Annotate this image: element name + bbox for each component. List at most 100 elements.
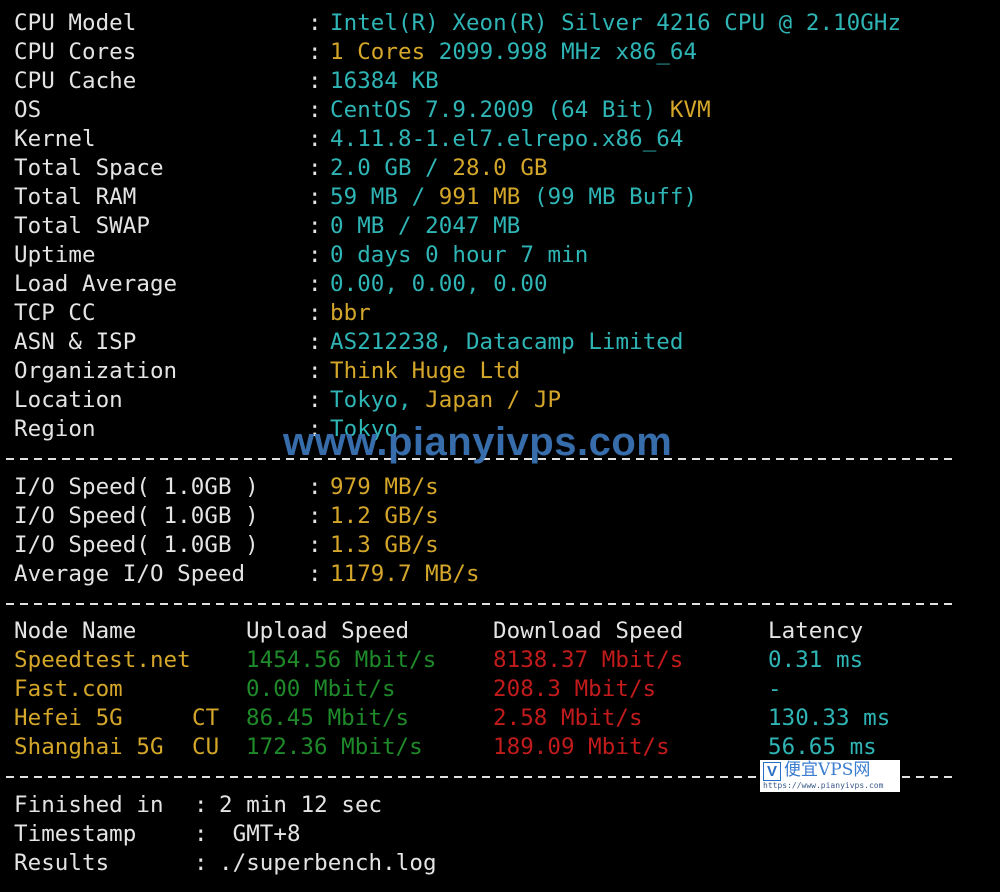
summary-label: Finished in [14, 792, 164, 818]
info-value-part: Intel(R) Xeon(R) Silver 4216 CPU @ 2.10G… [330, 10, 902, 36]
colon-separator: : [308, 474, 322, 500]
latency: 130.33 ms [768, 705, 891, 731]
info-value-part: 16384 KB [330, 68, 439, 94]
io-value: 1.2 GB/s [330, 503, 439, 529]
colon-separator: : [308, 271, 322, 297]
colon-separator: : [308, 242, 322, 268]
colon-separator: : [308, 300, 322, 326]
info-value-part: AS212238, Datacamp Limited [330, 329, 684, 355]
header-download-speed: Download Speed [493, 618, 684, 644]
info-value-part: 2099.998 MHz x86_64 [438, 39, 698, 65]
download-speed: 189.09 Mbit/s [493, 734, 670, 760]
colon-separator: : [308, 213, 322, 239]
pianyivps-logo-icon: V [763, 762, 781, 781]
colon-separator: : [308, 184, 322, 210]
io-label: Average I/O Speed [14, 561, 246, 587]
info-label: Uptime [14, 242, 96, 268]
latency: - [768, 676, 782, 702]
node-name: Fast.com [14, 676, 123, 702]
info-value: 16384 KB [330, 67, 439, 96]
info-label: CPU Model [14, 10, 137, 36]
colon-separator: : [194, 850, 208, 876]
info-label: Total Space [14, 155, 164, 181]
badge-url: https://www.pianyivps.com [763, 781, 884, 790]
info-value: 4.11.8-1.el7.elrepo.x86_64 [330, 125, 684, 154]
node-name: Hefei 5G [14, 705, 123, 731]
node-name: Speedtest.net [14, 647, 191, 673]
summary-value: ./superbench.log [219, 850, 437, 876]
upload-speed: 86.45 Mbit/s [246, 705, 410, 731]
header-upload-speed: Upload Speed [246, 618, 410, 644]
info-value: AS212238, Datacamp Limited [330, 328, 684, 357]
colon-separator: : [308, 329, 322, 355]
info-value: CentOS 7.9.2009 (64 Bit) KVM [330, 96, 711, 125]
info-value: 0 MB / 2047 MB [330, 212, 520, 241]
colon-separator: : [308, 10, 322, 36]
info-value-part: CentOS 7.9.2009 (64 Bit) [330, 97, 670, 123]
latency: 56.65 ms [768, 734, 877, 760]
info-label: Region [14, 416, 96, 442]
upload-speed: 1454.56 Mbit/s [246, 647, 437, 673]
summary-value: 2 min 12 sec [219, 792, 383, 818]
info-label: Location [14, 387, 123, 413]
summary-value: GMT+8 [219, 821, 301, 847]
info-value-part: 1 Cores [330, 39, 439, 65]
io-label: I/O Speed( 1.0GB ) [14, 474, 259, 500]
terminal-window[interactable]: CPU Model: Intel(R) Xeon(R) Silver 4216 C… [0, 0, 1000, 892]
node-isp: CT [192, 705, 220, 731]
info-label: ASN & ISP [14, 329, 137, 355]
colon-separator: : [308, 387, 322, 413]
colon-separator: : [308, 155, 322, 181]
info-value-part: Think Huge Ltd [330, 358, 521, 384]
summary-label: Timestamp [14, 821, 137, 847]
info-value: bbr [330, 299, 371, 328]
node-name: Shanghai 5G [14, 734, 164, 760]
colon-separator: : [308, 358, 322, 384]
badge-title: 便宜VPS网 [784, 760, 871, 780]
colon-separator: : [308, 561, 322, 587]
info-value-part: Tokyo, [330, 387, 426, 413]
colon-separator: : [308, 39, 322, 65]
info-value-part: Japan / JP [425, 387, 562, 413]
colon-separator: : [194, 821, 208, 847]
info-label: Total SWAP [14, 213, 150, 239]
io-label: I/O Speed( 1.0GB ) [14, 503, 259, 529]
io-value: 979 MB/s [330, 474, 439, 500]
info-value-part: 2.0 GB / [330, 155, 453, 181]
info-value-part: 0 days 0 hour 7 min [330, 242, 589, 268]
node-isp: CU [192, 734, 220, 760]
info-label: Kernel [14, 126, 96, 152]
info-label: OS [14, 97, 42, 123]
info-value-part: 991 MB [438, 184, 534, 210]
info-value: 1 Cores 2099.998 MHz x86_64 [330, 38, 697, 67]
info-label: CPU Cache [14, 68, 137, 94]
upload-speed: 0.00 Mbit/s [246, 676, 396, 702]
header-node-name: Node Name [14, 618, 137, 644]
info-value: Intel(R) Xeon(R) Silver 4216 CPU @ 2.10G… [330, 9, 901, 38]
download-speed: 8138.37 Mbit/s [493, 647, 684, 673]
summary-label: Results [14, 850, 110, 876]
upload-speed: 172.36 Mbit/s [246, 734, 423, 760]
info-value-part: KVM [669, 97, 711, 123]
io-value: 1179.7 MB/s [330, 561, 480, 587]
latency: 0.31 ms [768, 647, 864, 673]
info-label: Organization [14, 358, 178, 384]
colon-separator: : [308, 97, 322, 123]
download-speed: 2.58 Mbit/s [493, 705, 643, 731]
colon-separator: : [194, 792, 208, 818]
header-latency: Latency [768, 618, 864, 644]
info-label: Load Average [14, 271, 178, 297]
info-value-part: 4.11.8-1.el7.elrepo.x86_64 [330, 126, 684, 152]
watermark-text: www.pianyivps.com [283, 420, 673, 464]
info-value-part: 28.0 GB [452, 155, 548, 181]
io-value: 1.3 GB/s [330, 532, 439, 558]
colon-separator: : [308, 503, 322, 529]
info-label: Total RAM [14, 184, 137, 210]
info-label: TCP CC [14, 300, 96, 326]
watermark-badge: V 便宜VPS网 https://www.pianyivps.com [760, 760, 900, 792]
colon-separator: : [308, 126, 322, 152]
info-value: Think Huge Ltd [330, 357, 520, 386]
info-value-part: 0.00, 0.00, 0.00 [330, 271, 548, 297]
info-value-part: 59 MB / [330, 184, 439, 210]
section-divider [6, 603, 958, 605]
